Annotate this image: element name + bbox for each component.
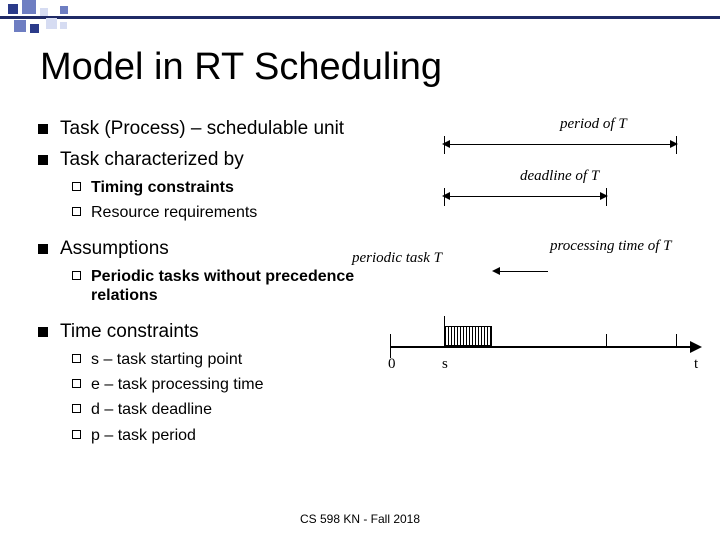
hollow-square-icon	[72, 207, 81, 216]
period-arrow	[450, 144, 670, 145]
time-axis	[390, 346, 690, 348]
subbullet-periodic: Periodic tasks without precedence relati…	[72, 267, 368, 305]
label-processing: processing time of T	[550, 238, 672, 255]
bullet-text: e – task processing time	[91, 375, 264, 394]
bullet-content: Task (Process) – schedulable unit Task c…	[38, 110, 368, 445]
subbullet-p: p – task period	[72, 426, 368, 445]
bullet-text: d – task deadline	[91, 400, 212, 419]
square-bullet-icon	[38, 244, 48, 254]
bullet-text: Timing constraints	[91, 178, 234, 197]
task-box	[444, 326, 492, 346]
footer-text: CS 598 KN - Fall 2018	[0, 512, 720, 526]
label-deadline: deadline of T	[520, 168, 599, 185]
slide: Model in RT Scheduling Task (Process) – …	[0, 0, 720, 540]
bullet-text: Time constraints	[60, 321, 199, 344]
square-bullet-icon	[38, 155, 48, 165]
hollow-square-icon	[72, 430, 81, 439]
hollow-square-icon	[72, 354, 81, 363]
label-period: period of T	[560, 116, 627, 133]
axis-s-label: s	[442, 356, 448, 373]
deadline-arrow	[450, 196, 600, 197]
subbullet-e: e – task processing time	[72, 375, 368, 394]
bullet-text: p – task period	[91, 426, 196, 445]
subbullet-timing: Timing constraints	[72, 178, 368, 197]
subbullet-d: d – task deadline	[72, 400, 368, 419]
subbullet-s: s – task starting point	[72, 350, 368, 369]
bullet-text: Periodic tasks without precedence relati…	[91, 267, 368, 305]
bullet-text: Resource requirements	[91, 203, 257, 222]
bullet-time-constraints: Time constraints	[38, 321, 368, 344]
square-bullet-icon	[38, 124, 48, 134]
page-title: Model in RT Scheduling	[40, 46, 442, 89]
bullet-text: Assumptions	[60, 238, 169, 261]
hollow-square-icon	[72, 379, 81, 388]
axis-origin-label: 0	[388, 356, 396, 373]
bullet-task-process: Task (Process) – schedulable unit	[38, 118, 368, 141]
subbullet-resource: Resource requirements	[72, 203, 368, 222]
square-bullet-icon	[38, 327, 48, 337]
processing-pointer	[500, 271, 548, 272]
bullet-task-char: Task characterized by	[38, 149, 368, 172]
axis-t-label: t	[694, 356, 698, 373]
hollow-square-icon	[72, 182, 81, 191]
bullet-assumptions: Assumptions	[38, 238, 368, 261]
hollow-square-icon	[72, 404, 81, 413]
axis-arrowhead-icon	[690, 341, 702, 353]
bullet-text: Task (Process) – schedulable unit	[60, 118, 344, 141]
label-task: periodic task T	[352, 250, 442, 267]
hollow-square-icon	[72, 271, 81, 280]
bullet-text: s – task starting point	[91, 350, 242, 369]
header-decoration	[0, 0, 720, 34]
bullet-text: Task characterized by	[60, 149, 244, 172]
timing-diagram: period of T deadline of T periodic task …	[380, 116, 710, 456]
